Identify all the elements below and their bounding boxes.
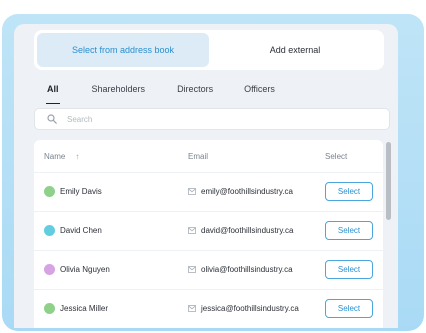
- select-button[interactable]: Select: [325, 182, 373, 201]
- avatar: [44, 186, 55, 197]
- select-button[interactable]: Select: [325, 260, 373, 279]
- mail-icon: [188, 227, 196, 234]
- address-book-button[interactable]: Select from address book: [37, 33, 209, 67]
- table-row: Olivia Nguyen olivia@foothillsindustry.c…: [34, 250, 383, 288]
- avatar: [44, 225, 55, 236]
- mode-toggle: Select from address book Add external: [34, 30, 384, 70]
- avatar: [44, 303, 55, 314]
- search-box[interactable]: [34, 108, 390, 130]
- contact-name: Olivia Nguyen: [60, 265, 110, 274]
- table-row: David Chen david@foothillsindustry.ca Se…: [34, 211, 383, 249]
- table-row: Jessica Miller jessica@foothillsindustry…: [34, 289, 383, 327]
- contact-email: emily@foothillsindustry.ca: [201, 187, 294, 196]
- sort-up-icon[interactable]: ↑: [75, 152, 79, 161]
- search-input[interactable]: [67, 114, 367, 124]
- email-column-header: Email: [188, 152, 209, 161]
- tab-directors[interactable]: Directors: [177, 84, 213, 100]
- select-button[interactable]: Select: [325, 299, 373, 318]
- contact-picker-panel: Select from address book Add external Al…: [14, 24, 398, 328]
- contact-email: olivia@foothillsindustry.ca: [201, 265, 293, 274]
- contacts-table: Name ↑ Email Select Emily Davis emily@fo…: [34, 140, 383, 328]
- add-external-button[interactable]: Add external: [209, 33, 381, 67]
- name-header-label: Name: [44, 152, 66, 161]
- avatar: [44, 264, 55, 275]
- search-icon: [47, 114, 57, 124]
- contact-name: Emily Davis: [60, 187, 102, 196]
- select-button[interactable]: Select: [325, 221, 373, 240]
- name-column-header[interactable]: Name ↑: [44, 152, 79, 161]
- mail-icon: [188, 266, 196, 273]
- tab-officers[interactable]: Officers: [244, 84, 275, 100]
- table-scrollbar[interactable]: [386, 142, 391, 220]
- contact-name: David Chen: [60, 226, 102, 235]
- mail-icon: [188, 188, 196, 195]
- contact-email: david@foothillsindustry.ca: [201, 226, 294, 235]
- table-row: Emily Davis emily@foothillsindustry.ca S…: [34, 172, 383, 210]
- tab-all[interactable]: All: [46, 84, 60, 104]
- table-header: Name ↑ Email Select: [34, 140, 383, 172]
- filter-tabs: All Shareholders Directors Officers: [46, 84, 275, 104]
- tab-shareholders[interactable]: Shareholders: [92, 84, 146, 100]
- contact-email: jessica@foothillsindustry.ca: [201, 304, 299, 313]
- mail-icon: [188, 305, 196, 312]
- contact-name: Jessica Miller: [60, 304, 109, 313]
- select-column-header: Select: [325, 152, 348, 161]
